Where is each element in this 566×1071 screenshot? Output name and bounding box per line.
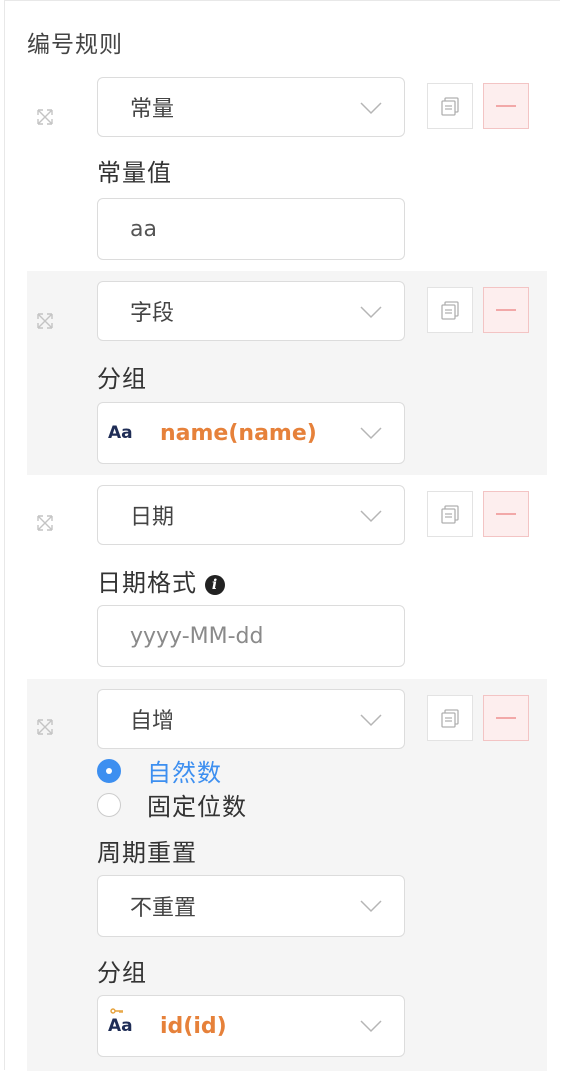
date-format-label: 日期格式 i [97, 563, 225, 598]
date-format-input[interactable]: yyyy-MM-dd [97, 605, 405, 667]
rule-block-constant: 常量 常量值 aa [27, 71, 547, 266]
rule-block-date: 日期 日期格式 i yyyy-MM-dd [27, 479, 547, 675]
copy-icon [441, 97, 459, 116]
group-field-value: id(id) [160, 1013, 227, 1039]
rule-block-increment: 自增 自然数 固定位数 周期重置 不重置 分组 Aa id(id) [27, 679, 547, 1071]
constant-value-label: 常量值 [97, 159, 172, 187]
info-icon[interactable]: i [205, 575, 225, 595]
period-reset-label: 周期重置 [97, 839, 197, 867]
rule-type-value: 日期 [130, 505, 175, 530]
rule-type-select[interactable]: 字段 [97, 281, 405, 341]
remove-rule-button[interactable] [483, 83, 529, 129]
radio-fixed-digits[interactable]: 固定位数 [97, 787, 247, 822]
radio-button[interactable] [97, 792, 121, 817]
minus-icon [496, 105, 516, 107]
text-type-icon: Aa [108, 423, 133, 443]
radio-label: 自然数 [147, 759, 222, 787]
period-reset-select[interactable]: 不重置 [97, 875, 405, 937]
constant-value-text: aa [130, 216, 157, 242]
date-format-placeholder: yyyy-MM-dd [130, 623, 264, 649]
chevron-down-icon [360, 898, 382, 913]
drag-move-icon[interactable] [35, 513, 55, 533]
rule-type-value: 自增 [130, 709, 175, 734]
copy-icon [441, 301, 459, 320]
constant-value-input[interactable]: aa [97, 198, 405, 260]
copy-rule-button[interactable] [427, 695, 473, 741]
rule-type-value: 常量 [130, 97, 175, 122]
drag-move-icon[interactable] [35, 717, 55, 737]
section-title: 编号规则 [27, 32, 123, 58]
remove-rule-button[interactable] [483, 491, 529, 537]
chevron-down-icon [360, 508, 382, 523]
copy-rule-button[interactable] [427, 491, 473, 537]
group-label: 分组 [97, 365, 147, 393]
minus-icon [496, 309, 516, 311]
rule-type-select[interactable]: 日期 [97, 485, 405, 545]
minus-icon [496, 513, 516, 515]
rule-type-select[interactable]: 自增 [97, 689, 405, 749]
minus-icon [496, 717, 516, 719]
key-icon [110, 1008, 123, 1014]
text-type-icon: Aa [108, 1008, 138, 1036]
chevron-down-icon [360, 304, 382, 319]
numbering-rule-panel: 编号规则 常量 常量值 aa 字段 分组 Aa name(name) 日期 日期… [4, 0, 560, 1071]
text-type-label: Aa [108, 1016, 133, 1036]
copy-icon [441, 505, 459, 524]
rule-type-select[interactable]: 常量 [97, 77, 405, 137]
remove-rule-button[interactable] [483, 695, 529, 741]
drag-move-icon[interactable] [35, 107, 55, 127]
date-format-label-text: 日期格式 [97, 569, 197, 597]
period-reset-value: 不重置 [130, 896, 197, 921]
radio-button-checked[interactable] [97, 758, 121, 783]
drag-move-icon[interactable] [35, 311, 55, 331]
group-field-select[interactable]: Aa name(name) [97, 402, 405, 464]
rule-block-field: 字段 分组 Aa name(name) [27, 271, 547, 475]
group-field-select[interactable]: Aa id(id) [97, 995, 405, 1057]
radio-label: 固定位数 [147, 793, 247, 821]
group-label: 分组 [97, 959, 147, 987]
chevron-down-icon [360, 425, 382, 440]
group-field-value: name(name) [160, 420, 317, 446]
chevron-down-icon [360, 712, 382, 727]
copy-icon [441, 709, 459, 728]
remove-rule-button[interactable] [483, 287, 529, 333]
chevron-down-icon [360, 1018, 382, 1033]
chevron-down-icon [360, 100, 382, 115]
copy-rule-button[interactable] [427, 287, 473, 333]
rule-type-value: 字段 [130, 301, 175, 326]
radio-natural-number[interactable]: 自然数 [97, 753, 222, 788]
copy-rule-button[interactable] [427, 83, 473, 129]
